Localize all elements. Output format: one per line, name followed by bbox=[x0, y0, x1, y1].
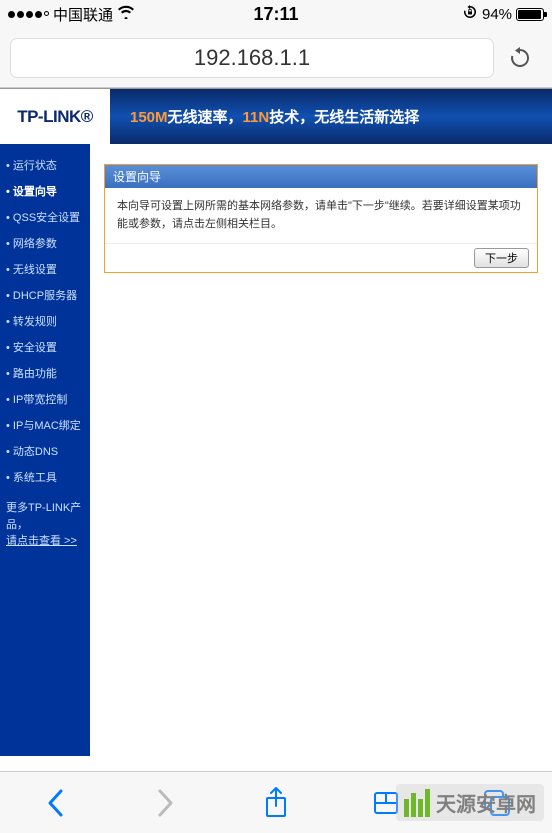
orientation-lock-icon bbox=[462, 5, 478, 24]
sidebar-item-2[interactable]: QSS安全设置 bbox=[0, 204, 90, 230]
sidebar-footer-line1: 更多TP-LINK产品， bbox=[6, 500, 84, 533]
tplink-logo: TP-LINK® bbox=[0, 89, 110, 144]
url-text: 192.168.1.1 bbox=[194, 45, 310, 71]
sidebar-footer-link[interactable]: 请点击查看 >> bbox=[6, 533, 84, 550]
ios-status-bar: 中国联通 17:11 94% bbox=[0, 0, 552, 28]
panel-footer: 下一步 bbox=[105, 243, 537, 272]
status-right: 94% bbox=[365, 5, 544, 24]
panel-body: 本向导可设置上网所需的基本网络参数，请单击"下一步"继续。若要详细设置某项功能或… bbox=[105, 188, 537, 243]
sidebar-item-6[interactable]: 转发规则 bbox=[0, 308, 90, 334]
wizard-panel: 设置向导 本向导可设置上网所需的基本网络参数，请单击"下一步"继续。若要详细设置… bbox=[104, 164, 538, 273]
next-button[interactable]: 下一步 bbox=[474, 248, 529, 268]
sidebar: 运行状态设置向导QSS安全设置网络参数无线设置DHCP服务器转发规则安全设置路由… bbox=[0, 144, 90, 756]
carrier-label: 中国联通 bbox=[53, 4, 113, 25]
battery-icon bbox=[516, 8, 544, 21]
watermark-logo-icon bbox=[404, 789, 430, 817]
banner-mid1: 无线速率， bbox=[168, 109, 243, 126]
banner-text: 150M无线速率，11N技术，无线生活新选择 bbox=[110, 106, 552, 127]
sidebar-item-8[interactable]: 路由功能 bbox=[0, 360, 90, 386]
back-button[interactable] bbox=[33, 781, 77, 825]
watermark-text: 天源安卓网 bbox=[436, 788, 536, 817]
router-header: TP-LINK® 150M无线速率，11N技术，无线生活新选择 bbox=[0, 88, 552, 144]
status-time: 17:11 bbox=[187, 4, 366, 25]
banner-150m: 150M bbox=[130, 109, 168, 126]
sidebar-item-1[interactable]: 设置向导 bbox=[0, 178, 90, 204]
battery-percent: 94% bbox=[482, 6, 512, 23]
share-button[interactable] bbox=[254, 781, 298, 825]
sidebar-item-12[interactable]: 系统工具 bbox=[0, 464, 90, 490]
status-left: 中国联通 bbox=[8, 4, 187, 25]
sidebar-item-11[interactable]: 动态DNS bbox=[0, 438, 90, 464]
sidebar-item-0[interactable]: 运行状态 bbox=[0, 152, 90, 178]
sidebar-item-3[interactable]: 网络参数 bbox=[0, 230, 90, 256]
sidebar-item-7[interactable]: 安全设置 bbox=[0, 334, 90, 360]
banner-11n: 11N bbox=[243, 109, 270, 126]
router-admin-page: TP-LINK® 150M无线速率，11N技术，无线生活新选择 运行状态设置向导… bbox=[0, 88, 552, 756]
cellular-signal-icon bbox=[8, 11, 49, 18]
wifi-icon bbox=[117, 5, 135, 24]
forward-button[interactable] bbox=[144, 781, 188, 825]
watermark: 天源安卓网 bbox=[396, 784, 544, 821]
sidebar-item-9[interactable]: IP带宽控制 bbox=[0, 386, 90, 412]
sidebar-item-5[interactable]: DHCP服务器 bbox=[0, 282, 90, 308]
sidebar-item-10[interactable]: IP与MAC绑定 bbox=[0, 412, 90, 438]
main-content: 设置向导 本向导可设置上网所需的基本网络参数，请单击"下一步"继续。若要详细设置… bbox=[90, 144, 552, 756]
url-field[interactable]: 192.168.1.1 bbox=[10, 38, 494, 78]
reload-button[interactable] bbox=[498, 36, 542, 80]
router-body: 运行状态设置向导QSS安全设置网络参数无线设置DHCP服务器转发规则安全设置路由… bbox=[0, 144, 552, 756]
safari-address-bar: 192.168.1.1 bbox=[0, 28, 552, 88]
panel-title: 设置向导 bbox=[105, 165, 537, 188]
sidebar-item-4[interactable]: 无线设置 bbox=[0, 256, 90, 282]
sidebar-footer: 更多TP-LINK产品， 请点击查看 >> bbox=[0, 490, 90, 560]
banner-rest: 技术，无线生活新选择 bbox=[269, 109, 419, 126]
